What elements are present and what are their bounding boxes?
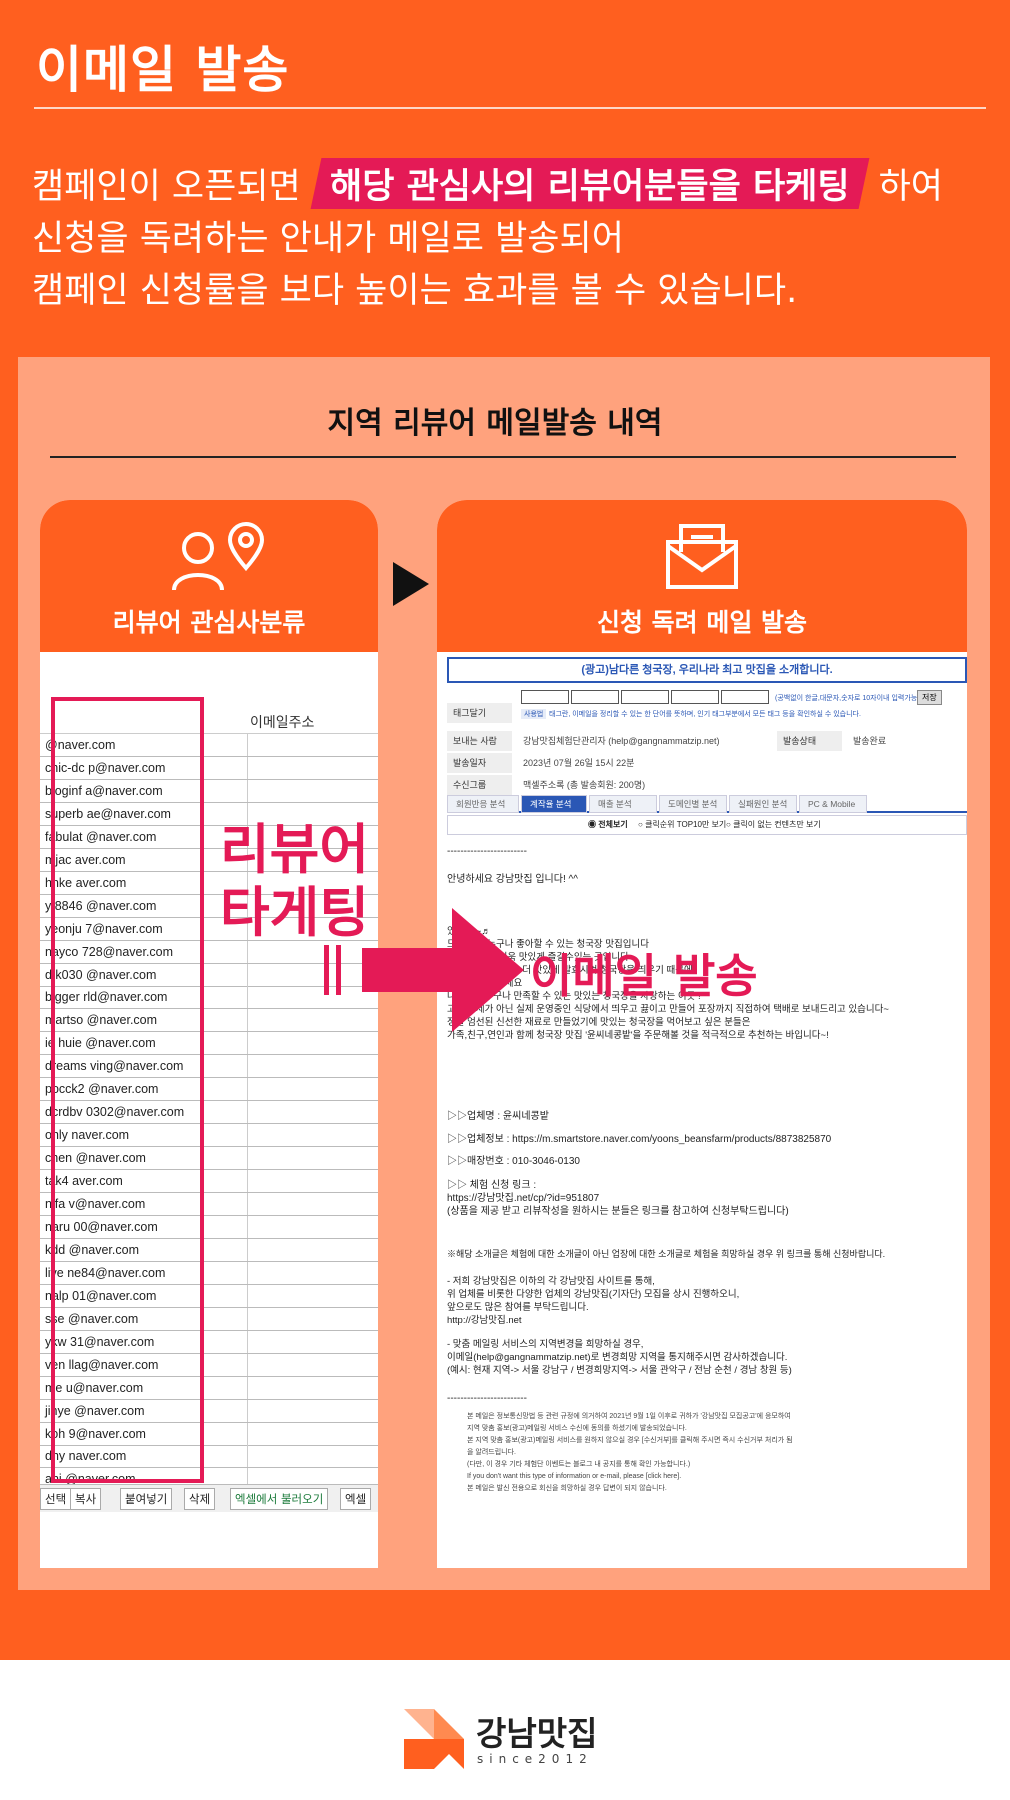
divider-top: ------------------------ bbox=[447, 846, 527, 857]
intro-line-2: 신청을 독려하는 안내가 메일로 발송되어 bbox=[32, 219, 624, 259]
tab-domain[interactable]: 도메인별 분석 bbox=[659, 795, 727, 813]
email-text-line: http://강남맛집.net bbox=[447, 1315, 522, 1326]
send-arrow-icon bbox=[452, 908, 524, 1032]
recipients-value: 맥셀주소록 (총 발송회원: 200명) bbox=[523, 780, 646, 790]
delete-button[interactable]: 삭제 bbox=[184, 1488, 216, 1510]
apply-link[interactable]: https://강남맛집.net/cp/?id=951807 bbox=[447, 1192, 599, 1206]
reviewer-card-label: 리뷰어 관심사분류 bbox=[112, 608, 306, 637]
tag-note: 태그란, 이메일을 정리할 수 있는 한 단어를 뜻하며, 인기 태그부분에서 … bbox=[549, 711, 861, 718]
apply-note: (상품을 제공 받고 리뷰작성을 원하시는 분들은 링크를 참고하여 신청부탁드… bbox=[447, 1206, 789, 1217]
sender-value: 강남맛집체험단관리자 (help@gangnammatzip.net) bbox=[523, 736, 720, 746]
divider-bottom: ------------------------ bbox=[447, 1393, 527, 1404]
status-value: 발송완료 bbox=[853, 736, 887, 746]
flow-arrow-icon bbox=[393, 562, 429, 606]
panel-title: 지역 리뷰어 메일발송 내역 bbox=[327, 406, 663, 441]
tag-input-1[interactable] bbox=[521, 690, 569, 704]
email-text-line: - 맞춤 메일링 서비스의 지역변경을 희망하실 경우, bbox=[447, 1339, 644, 1350]
arrow-stripes bbox=[324, 945, 344, 995]
intro-line-3: 캠페인 신청률을 보다 높이는 효과를 볼 수 있습니다. bbox=[32, 271, 798, 311]
page-title: 이메일 발송 bbox=[36, 41, 290, 99]
biz-phone: ▷▷매장번호 : 010-3046-0130 bbox=[447, 1156, 580, 1167]
email-text-line: - 저희 강남맛집은 이하의 각 강남맛집 사이트를 통해, bbox=[447, 1276, 655, 1287]
tag-input-4[interactable] bbox=[671, 690, 719, 704]
email-text-line: 위 업체를 비롯한 다양한 업체의 강남맛집(기자단) 모집을 상시 진행하오니… bbox=[447, 1289, 740, 1300]
email-text-line: 이메일(help@gangnammatzip.net)로 변경희망 지역을 통지… bbox=[447, 1352, 788, 1363]
intro-after: 하여 bbox=[878, 167, 943, 207]
email-card-label: 신청 독려 메일 발송 bbox=[596, 608, 808, 637]
biz-info: ▷▷업체정보 : https://m.smartstore.naver.com/… bbox=[447, 1134, 832, 1145]
radio-all[interactable]: ◉ 전체보기 bbox=[588, 819, 628, 830]
send-arrow-body bbox=[362, 948, 462, 992]
tag-usage-badge: 사용법 bbox=[521, 709, 547, 719]
page: 이메일 발송 캠페인이 오픈되면 해당 관심사의 리뷰어분들을 타케팅 하여 신… bbox=[0, 0, 1010, 1800]
sent-date-label: 발송일자 bbox=[447, 753, 512, 773]
select-button[interactable]: 선택 bbox=[40, 1488, 72, 1510]
email-text-line: 본 메일은 발신 전용으로 회신을 희망하실 경우 답변이 되지 않습니다. bbox=[467, 1485, 667, 1492]
tag-save-button[interactable]: 저장 bbox=[917, 690, 942, 705]
apply-title: ▷▷ 체험 신청 링크 : bbox=[447, 1180, 537, 1191]
reviewer-card-header: 리뷰어 관심사분류 bbox=[40, 500, 378, 652]
status-label: 발송상태 bbox=[777, 731, 842, 751]
analysis-tabs: 회원반응 분석 계작율 분석 매출 분석 도메인별 분석 실패원인 분석 PC … bbox=[447, 795, 967, 813]
view-filter: ◉ 전체보기 ○ 클릭순위 TOP10만 보기 ○ 클릭이 없는 컨텐츠만 보기 bbox=[447, 815, 967, 835]
intro-line-1: 캠페인이 오픈되면 해당 관심사의 리뷰어분들을 타케팅 하여 bbox=[32, 158, 943, 209]
copy-button[interactable]: 복사 bbox=[70, 1488, 102, 1510]
email-banner: (광고)남다른 청국장, 우리나라 최고 맛집을 소개합니다. bbox=[447, 657, 967, 683]
tag-hint: (공백없이 한글,대문자,숫자로 10자이내 입력가능) bbox=[775, 695, 920, 702]
brand-since: since2012 bbox=[477, 1752, 593, 1766]
brand-name: 강남맛집 bbox=[476, 1714, 598, 1753]
email-card-header: 신청 독려 메일 발송 bbox=[437, 500, 967, 652]
email-text-line: 앞으로도 많은 참여를 부탁드립니다. bbox=[447, 1302, 589, 1313]
email-text-line: (예시: 현재 지역-> 서울 강남구 / 변경희망지역-> 서울 관악구 / … bbox=[447, 1365, 792, 1376]
radio-top10-label: 클릭순위 TOP10만 보기 bbox=[645, 820, 727, 829]
sent-date-value: 2023년 07월 26일 15시 22분 bbox=[523, 758, 635, 768]
greeting: 안녕하세요 강남맛집 입니다! ^^ bbox=[447, 874, 578, 885]
radio-all-label: 전체보기 bbox=[598, 820, 628, 829]
logo-icon bbox=[404, 1709, 464, 1769]
recipients-label: 수신그룹 bbox=[447, 775, 512, 795]
intro-before: 캠페인이 오픈되면 bbox=[32, 167, 301, 207]
radio-top10[interactable]: ○ 클릭순위 TOP10만 보기 bbox=[638, 819, 726, 830]
radio-no-click-label: 클릭이 없는 컨텐츠만 보기 bbox=[733, 820, 821, 829]
tab-open-rate[interactable]: 계작율 분석 bbox=[521, 795, 587, 813]
email-preview: (광고)남다른 청국장, 우리나라 최고 맛집을 소개합니다. 태그달기 (공백… bbox=[437, 655, 967, 1568]
tag-label: 태그달기 bbox=[447, 703, 512, 723]
table-toolbar: 선택 복사 붙여넣기 삭제 엑셀에서 불러오기 엑셀 bbox=[40, 1484, 378, 1512]
email-column-label: 이메일주소 bbox=[250, 715, 315, 731]
biz-name: ▷▷업체명 : 윤씨네콩밭 bbox=[447, 1111, 549, 1122]
tab-pc-mobile[interactable]: PC & Mobile bbox=[799, 795, 867, 813]
targeting-label-2: 타게팅 bbox=[220, 881, 370, 944]
radio-no-click[interactable]: ○ 클릭이 없는 컨텐츠만 보기 bbox=[726, 819, 821, 830]
targeting-highlight-box bbox=[51, 697, 204, 1483]
intro-highlight-text: 해당 관심사의 리뷰어분들을 타케팅 bbox=[329, 167, 850, 207]
import-excel-button[interactable]: 엑셀에서 불러오기 bbox=[230, 1488, 329, 1510]
intro-highlight: 해당 관심사의 리뷰어분들을 타케팅 bbox=[310, 158, 869, 209]
tag-input-3[interactable] bbox=[621, 690, 669, 704]
person-location-icon bbox=[172, 522, 265, 591]
paste-button[interactable]: 붙여넣기 bbox=[120, 1488, 173, 1510]
tag-input-5[interactable] bbox=[721, 690, 769, 704]
title-divider bbox=[34, 107, 986, 109]
tab-member-reaction[interactable]: 회원반응 분석 bbox=[447, 795, 519, 813]
envelope-icon bbox=[666, 524, 738, 589]
export-excel-button[interactable]: 엑셀 bbox=[340, 1488, 372, 1510]
tab-sales[interactable]: 매출 분석 bbox=[589, 795, 657, 813]
send-arrow-label: 이메일 발송 bbox=[530, 949, 758, 1003]
sender-label: 보내는 사람 bbox=[447, 731, 512, 751]
panel-divider bbox=[50, 456, 956, 458]
tag-input-2[interactable] bbox=[571, 690, 619, 704]
notice: ※해당 소개글은 체험에 대한 소개글이 아닌 업장에 대한 소개글로 체험을 … bbox=[447, 1249, 886, 1259]
tab-failure[interactable]: 실패원인 분석 bbox=[729, 795, 797, 813]
